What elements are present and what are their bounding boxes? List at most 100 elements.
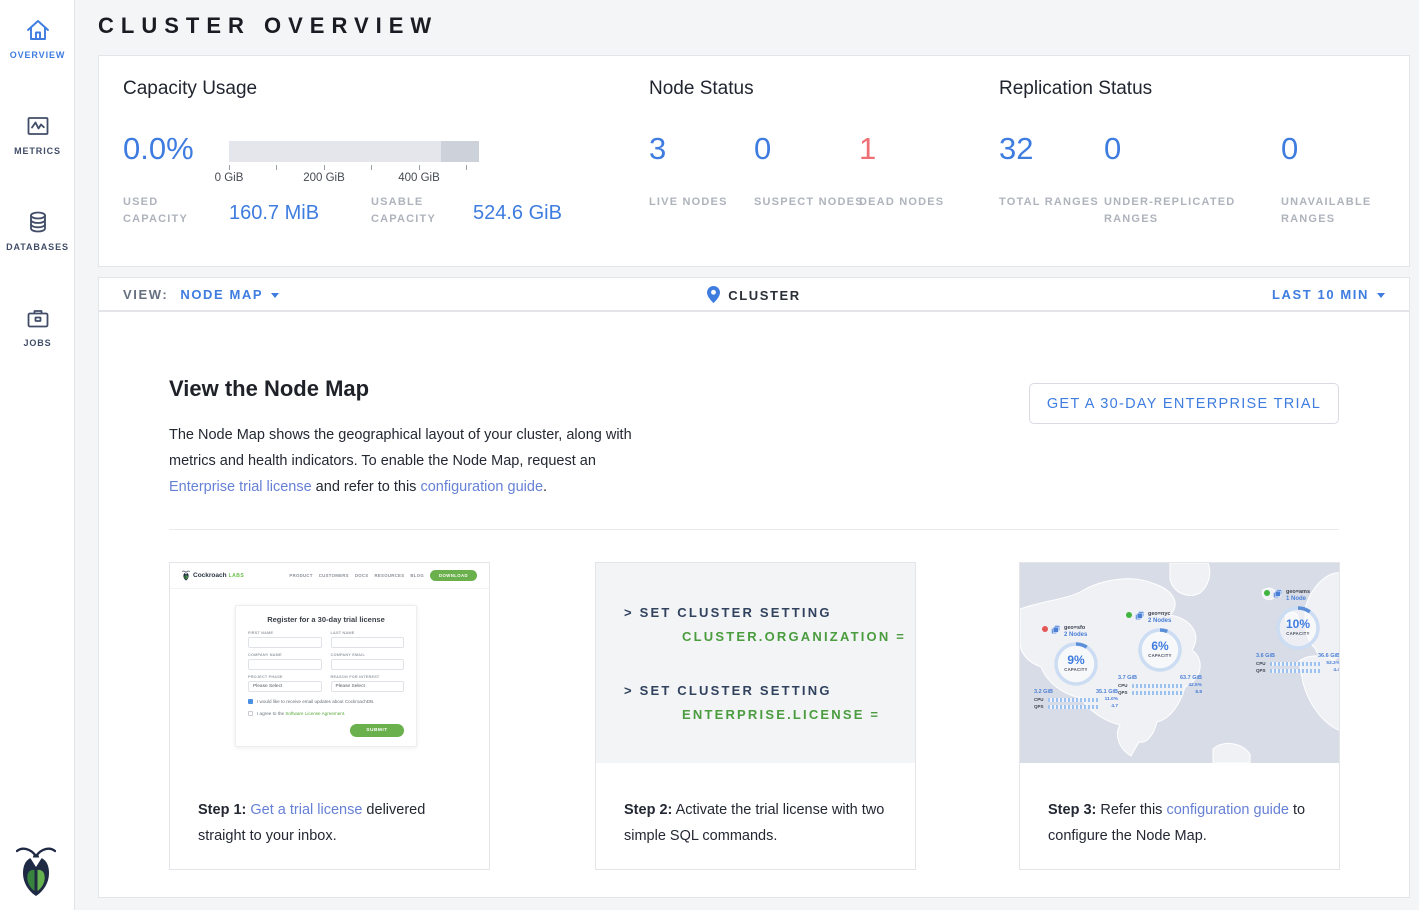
step2-caption: Step 2: Activate the trial license with … xyxy=(624,797,897,849)
tick-label: 0 GiB xyxy=(215,172,244,184)
field-label: REASON FOR INTEREST xyxy=(331,675,405,679)
cpu-label: CPU xyxy=(1034,697,1045,702)
checkbox-unchecked-icon xyxy=(248,711,253,716)
mini-site-header: Cockroach LABS PRODUCT CUSTOMERS DOCS RE… xyxy=(170,563,489,589)
field-label: COMPANY NAME xyxy=(248,653,322,657)
suspect-nodes-value: 0 xyxy=(754,130,771,168)
sidebar-item-label: JOBS xyxy=(0,338,75,348)
configuration-guide-link[interactable]: configuration guide xyxy=(1166,802,1289,818)
breadcrumb-cluster[interactable]: CLUSTER xyxy=(728,288,801,303)
step2-card: > SET CLUSTER SETTING CLUSTER.ORGANIZATI… xyxy=(595,562,916,870)
mini-site-submit-button: SUBMIT xyxy=(350,724,404,737)
capacity-used: 3.6 GiB xyxy=(1256,653,1275,659)
node-map-description: The Node Map shows the geographical layo… xyxy=(169,422,651,500)
sidebar-item-label: OVERVIEW xyxy=(0,50,75,60)
node-cubes-icon xyxy=(1051,625,1061,635)
node-locality: geo=nyc xyxy=(1148,611,1171,617)
sidebar-item-overview[interactable]: OVERVIEW xyxy=(0,0,75,72)
sidebar-item-label: METRICS xyxy=(0,146,75,156)
step2-sql-illustration: > SET CLUSTER SETTING CLUSTER.ORGANIZATI… xyxy=(596,563,915,763)
capacity-total: 36.6 GiB xyxy=(1318,653,1339,659)
step3-card: geo=sfo2 Nodes 9% CAPACITY 3.2 GiB35.1 G xyxy=(1019,562,1340,870)
get-trial-license-link[interactable]: Get a trial license xyxy=(250,802,362,818)
capacity-total: 35.1 GiB xyxy=(1096,689,1118,695)
node-map-panel: View the Node Map The Node Map shows the… xyxy=(98,311,1410,898)
capacity-usage-title: Capacity Usage xyxy=(123,78,257,100)
mini-site-nav-item: PRODUCT xyxy=(289,573,312,578)
total-ranges-label: TOTAL RANGES xyxy=(999,194,1109,211)
capacity-donut: 6% CAPACITY xyxy=(1136,626,1184,674)
node-count: 2 Nodes xyxy=(1064,632,1087,638)
home-icon xyxy=(24,16,52,44)
capacity-percent: 10% xyxy=(1274,617,1322,631)
qps-value: 4.7 xyxy=(1103,704,1118,709)
qps-sparkline xyxy=(1270,669,1322,673)
node-count: 2 Nodes xyxy=(1148,618,1171,624)
capacity-donut: 10% CAPACITY xyxy=(1274,604,1322,652)
mini-site-nav-item: DOCS xyxy=(355,573,369,578)
unavailable-ranges-label: UNAVAILABLE RANGES xyxy=(1281,194,1391,228)
cluster-overview-screen: OVERVIEW METRICS DATABASES JOBS xyxy=(0,0,1419,910)
sidebar-item-metrics[interactable]: METRICS xyxy=(0,96,75,168)
enterprise-trial-license-link[interactable]: Enterprise trial license xyxy=(169,479,312,495)
cpu-label: CPU xyxy=(1256,661,1267,666)
sidebar-item-jobs[interactable]: JOBS xyxy=(0,288,75,360)
mini-site-form-title: Register for a 30-day trial license xyxy=(248,615,404,624)
node-status-dot xyxy=(1264,590,1270,596)
cpu-value: 11.0% xyxy=(1103,697,1118,702)
sql-prompt-line: > SET CLUSTER SETTING xyxy=(624,605,832,620)
capacity-gauge-labels: 0 GiB 200 GiB 400 GiB xyxy=(229,172,479,186)
usable-capacity-value: 524.6 GiB xyxy=(473,202,562,225)
cpu-sparkline xyxy=(1270,662,1322,666)
live-nodes-label: LIVE NODES xyxy=(649,194,759,211)
node-status-title: Node Status xyxy=(649,78,754,100)
cpu-sparkline xyxy=(1048,698,1100,702)
mini-site-nav: PRODUCT CUSTOMERS DOCS RESOURCES BLOG DO… xyxy=(289,570,477,581)
sql-code-block: > SET CLUSTER SETTING CLUSTER.ORGANIZATI… xyxy=(596,563,915,763)
mini-site-download-button: DOWNLOAD xyxy=(430,570,477,581)
cockroach-labs-logo-icon xyxy=(182,570,190,581)
sidebar: OVERVIEW METRICS DATABASES JOBS xyxy=(0,0,75,910)
step3-node-map-illustration: geo=sfo2 Nodes 9% CAPACITY 3.2 GiB35.1 G xyxy=(1020,563,1339,763)
sql-setting-line: ENTERPRISE.LICENSE = xyxy=(682,707,880,722)
mini-site-nav-item: CUSTOMERS xyxy=(319,573,349,578)
sql-prompt-line: > SET CLUSTER SETTING xyxy=(624,683,832,698)
capacity-label: CAPACITY xyxy=(1052,667,1100,672)
capacity-percent: 9% xyxy=(1052,653,1100,667)
map-node-nyc: geo=nyc2 Nodes 6% CAPACITY 3.7 GiB63.7 G xyxy=(1118,611,1202,695)
capacity-used: 3.2 GiB xyxy=(1034,689,1053,695)
capacity-gauge-dark-segment xyxy=(441,141,479,162)
tick-label: 400 GiB xyxy=(398,172,440,184)
under-replicated-ranges-value: 0 xyxy=(1104,130,1121,168)
cpu-value: 42.5% xyxy=(1187,683,1202,688)
usable-capacity-label: USABLE CAPACITY xyxy=(371,194,466,228)
node-map-heading: View the Node Map xyxy=(169,376,369,402)
map-node-sfo: geo=sfo2 Nodes 9% CAPACITY 3.2 GiB35.1 G xyxy=(1034,625,1118,709)
cpu-sparkline xyxy=(1132,684,1184,688)
qps-label: QPS xyxy=(1034,704,1045,709)
capacity-percent: 6% xyxy=(1136,639,1184,653)
text-input xyxy=(331,659,405,670)
capacity-used: 3.7 GiB xyxy=(1118,675,1137,681)
qps-sparkline xyxy=(1132,691,1184,695)
field-label: LAST NAME xyxy=(331,631,405,635)
sql-setting-line: CLUSTER.ORGANIZATION = xyxy=(682,629,906,644)
software-license-agreement-link: Software License Agreement. xyxy=(285,711,345,716)
enterprise-trial-button[interactable]: GET A 30-DAY ENTERPRISE TRIAL xyxy=(1029,383,1339,424)
step1-caption: Step 1: Get a trial license delivered st… xyxy=(198,797,471,849)
sidebar-item-databases[interactable]: DATABASES xyxy=(0,192,75,264)
dead-nodes-value: 1 xyxy=(859,130,876,168)
dead-nodes-label: DEAD NODES xyxy=(859,194,969,211)
field-label: COMPANY EMAIL xyxy=(331,653,405,657)
page-title: CLUSTER OVERVIEW xyxy=(98,13,438,39)
tick-label: 200 GiB xyxy=(303,172,345,184)
mini-site-logo-text: Cockroach xyxy=(193,572,227,579)
checkbox-label: I would like to receive email updates ab… xyxy=(257,699,374,704)
sidebar-item-label: DATABASES xyxy=(0,242,75,252)
node-count: 1 Node xyxy=(1286,596,1310,602)
node-locality: geo=ams xyxy=(1286,589,1310,595)
capacity-gauge-bar xyxy=(229,141,479,162)
mini-site-nav-item: BLOG xyxy=(410,573,424,578)
configuration-guide-link[interactable]: configuration guide xyxy=(420,479,543,495)
select-input: Please Select xyxy=(331,681,405,692)
